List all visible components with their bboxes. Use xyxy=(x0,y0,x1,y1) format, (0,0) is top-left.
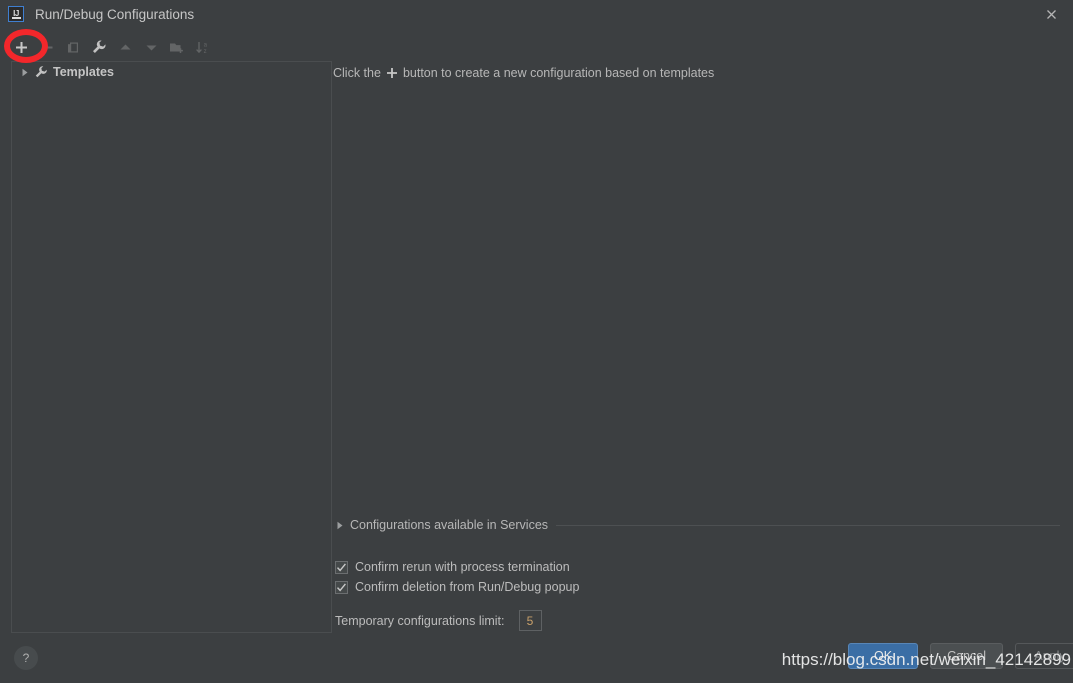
plus-icon xyxy=(386,66,398,80)
triangle-right-icon[interactable] xyxy=(18,68,32,77)
temporary-configurations-limit-row: Temporary configurations limit: xyxy=(335,610,542,631)
dialog-titlebar: IJ Run/Debug Configurations xyxy=(0,0,1073,28)
confirm-delete-checkbox-row[interactable]: Confirm deletion from Run/Debug popup xyxy=(335,580,579,594)
configurations-tree-panel: Templates xyxy=(11,61,332,633)
folder-add-icon[interactable] xyxy=(164,35,190,59)
arrow-up-icon[interactable] xyxy=(112,35,138,59)
wrench-icon[interactable] xyxy=(86,35,112,59)
hint-text-after: button to create a new configuration bas… xyxy=(402,66,715,80)
configurations-toolbar: a z xyxy=(8,34,216,60)
confirm-rerun-checkbox-row[interactable]: Confirm rerun with process termination xyxy=(335,560,570,574)
add-configuration-button[interactable] xyxy=(8,35,34,59)
services-section-header[interactable]: Configurations available in Services xyxy=(333,518,1060,532)
hint-text-before: Click the xyxy=(333,66,381,80)
cancel-button[interactable]: Cancel xyxy=(930,643,1003,669)
cut-off-bottom-strip xyxy=(0,676,1073,683)
wrench-icon xyxy=(32,65,50,79)
remove-configuration-button[interactable] xyxy=(34,35,60,59)
tree-item-label: Templates xyxy=(53,65,114,79)
svg-text:a: a xyxy=(204,42,208,48)
temp-limit-input[interactable] xyxy=(518,610,542,631)
confirm-rerun-checkbox[interactable] xyxy=(335,560,348,574)
services-section-label: Configurations available in Services xyxy=(350,518,549,532)
confirm-delete-label: Confirm deletion from Run/Debug popup xyxy=(355,580,580,594)
copy-configuration-button[interactable] xyxy=(60,35,86,59)
ok-button[interactable]: OK xyxy=(848,643,919,669)
tree-item-templates[interactable]: Templates xyxy=(12,62,331,82)
arrow-down-icon[interactable] xyxy=(138,35,164,59)
apply-button[interactable]: Apply xyxy=(1015,643,1073,669)
dialog-title: Run/Debug Configurations xyxy=(35,6,195,22)
confirm-delete-checkbox[interactable] xyxy=(335,580,348,594)
close-icon[interactable] xyxy=(1039,3,1063,25)
help-button[interactable]: ? xyxy=(14,646,38,670)
temp-limit-label: Temporary configurations limit: xyxy=(335,613,505,628)
intellij-idea-icon: IJ xyxy=(8,6,24,22)
triangle-right-icon[interactable] xyxy=(333,521,347,530)
section-divider xyxy=(556,524,1060,526)
confirm-rerun-label: Confirm rerun with process termination xyxy=(355,560,570,574)
svg-text:z: z xyxy=(204,49,207,55)
empty-state-hint: Click the button to create a new configu… xyxy=(333,66,714,80)
dialog-button-bar: OK Cancel Apply xyxy=(848,643,1073,669)
sort-az-icon[interactable]: a z xyxy=(190,35,216,59)
